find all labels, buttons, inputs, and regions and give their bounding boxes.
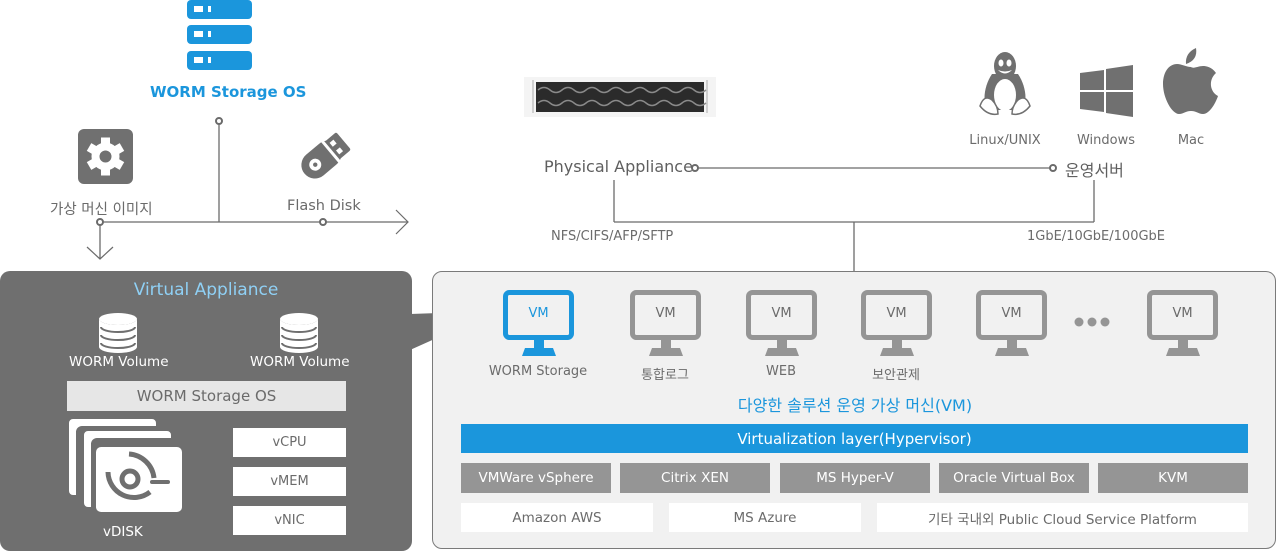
database-icon <box>280 313 318 353</box>
worm-volume-label: WORM Volume <box>69 354 169 370</box>
vm-monitor-icon <box>861 290 932 356</box>
vm-icon-text: VM <box>1001 306 1022 321</box>
solutions-vm-title: 다양한 솔루션 운영 가상 머신(VM) <box>737 396 973 415</box>
worm-volume-label: WORM Volume <box>250 354 350 370</box>
vm-icon-text: VM <box>886 306 907 321</box>
vm-label: 보안관제 <box>872 368 920 383</box>
vm-monitor-icon <box>503 290 574 356</box>
vm-icon-text: VM <box>528 306 549 321</box>
vm-icon-text: VM <box>771 306 792 321</box>
hypervisor-virtualbox: Oracle Virtual Box <box>939 463 1089 493</box>
windows-icon <box>1080 65 1133 117</box>
vm-icon-text: VM <box>1172 306 1193 321</box>
linux-penguin-icon <box>979 52 1031 116</box>
network-speed-label: 1GbE/10GbE/100GbE <box>1027 229 1166 244</box>
windows-label: Windows <box>1076 133 1136 148</box>
flash-disk-label: Flash Disk <box>287 198 361 214</box>
vmem-box: vMEM <box>233 467 346 496</box>
vm-monitor-icon <box>630 290 701 356</box>
hypervisor-layer-bar: Virtualization layer(Hypervisor) <box>461 424 1248 453</box>
vm-image-label: 가상 머신 이미지 <box>50 202 153 218</box>
vcpu-box: vCPU <box>233 428 346 457</box>
network-connector-lines <box>613 164 1095 271</box>
virtual-appliance-title: Virtual Appliance <box>133 280 279 300</box>
hypervisor-hyper-v: MS Hyper-V <box>780 463 930 493</box>
va-storage-os-bar: WORM Storage OS <box>67 381 346 411</box>
vdisk-icon <box>69 419 182 512</box>
usb-drive-icon <box>301 132 351 179</box>
hypervisor-kvm: KVM <box>1098 463 1248 493</box>
ellipsis-icon <box>1074 317 1110 327</box>
cloud-aws: Amazon AWS <box>461 503 653 532</box>
virtual-appliance-panel <box>0 271 412 551</box>
storage-os-connector-lines <box>86 117 409 260</box>
vm-monitor-icon <box>1147 290 1218 356</box>
hypervisor-vmware: VMWare vSphere <box>461 463 611 493</box>
vdisk-label: vDISK <box>103 524 143 540</box>
rack-server-image <box>524 77 716 117</box>
vm-icon-text: VM <box>655 306 676 321</box>
hypervisor-citrix: Citrix XEN <box>620 463 770 493</box>
vm-label: WORM Storage <box>488 364 588 379</box>
operating-servers-label: 운영서버 <box>1065 161 1124 180</box>
vm-monitor-icon <box>976 290 1047 356</box>
cloud-azure: MS Azure <box>669 503 861 532</box>
apple-icon <box>1163 48 1218 114</box>
cloud-other: 기타 국내외 Public Cloud Service Platform <box>877 503 1248 532</box>
vm-monitor-icon <box>746 290 817 356</box>
gear-icon <box>78 129 133 184</box>
vnic-box: vNIC <box>233 506 346 535</box>
mac-label: Mac <box>1177 133 1205 148</box>
linux-label: Linux/UNIX <box>969 133 1041 148</box>
database-icon <box>99 313 137 353</box>
